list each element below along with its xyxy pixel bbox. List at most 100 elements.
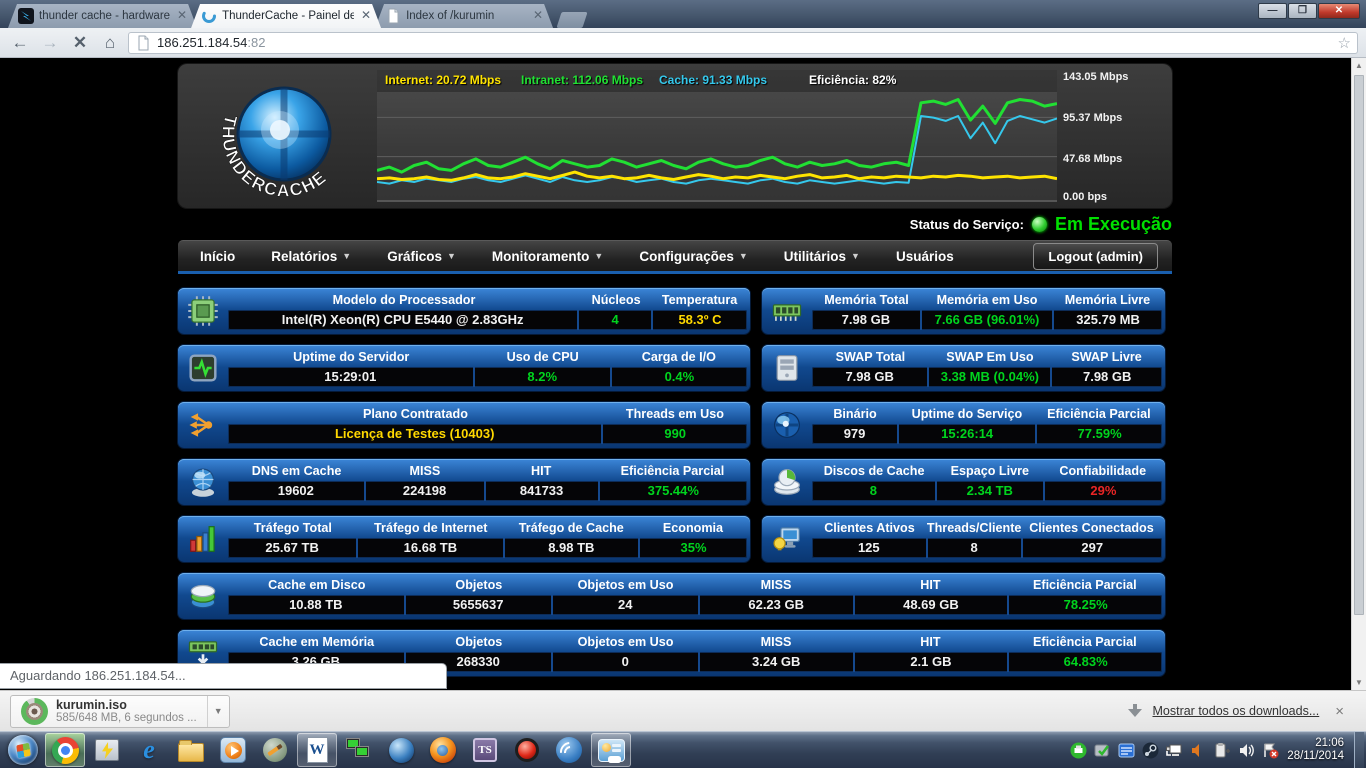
show-all-downloads-link[interactable]: Mostrar todos os downloads... (1152, 704, 1319, 718)
panel-col-value: 8.98 TB (502, 538, 639, 558)
url-bar[interactable]: 186.251.184.54:82 ☆ (128, 31, 1358, 54)
chevron-down-icon: ▼ (342, 251, 352, 261)
new-tab-button[interactable] (556, 12, 588, 28)
panel-col-value: 0 (550, 652, 698, 672)
menu-item-configuracoes[interactable]: Configurações ▼ (621, 241, 765, 271)
browser-tab[interactable]: thunder cache - hardware ✕ (8, 4, 197, 28)
download-item[interactable]: kurumin.iso 585/648 MB, 6 segundos ... ▼ (10, 694, 230, 728)
volume-tray-icon[interactable] (1238, 742, 1255, 759)
clock-time: 21:06 (1315, 737, 1344, 749)
menu-item-usuarios[interactable]: Usuários (878, 241, 972, 271)
scroll-down-arrow[interactable]: ▼ (1352, 675, 1366, 690)
media-player-taskbar-icon[interactable] (213, 733, 253, 767)
browser-titlebar: thunder cache - hardware ✕ ThunderCache … (0, 0, 1366, 28)
volume-mixer-tray-icon[interactable] (1190, 742, 1207, 759)
tab-close-icon[interactable]: ✕ (175, 9, 189, 23)
printer-tray-icon[interactable] (1070, 742, 1087, 759)
panel-col-header: Uso de CPU (506, 349, 579, 364)
panel-trafego: Tráfego Total Tráfego de Internet Tráfego … (178, 516, 750, 562)
bookmark-star-icon[interactable]: ☆ (1338, 34, 1351, 52)
network-computers-taskbar-icon[interactable] (339, 733, 379, 767)
chevron-down-icon: ▼ (738, 251, 748, 261)
teamspeak-taskbar-icon[interactable]: TS (465, 733, 505, 767)
panel-col-value: 64.83% (1007, 652, 1162, 672)
panel-col-value: 7.98 GB (845, 369, 894, 384)
panel-col-value: 16.68 TB (356, 538, 502, 558)
menu-item-utilitarios[interactable]: Utilitários ▼ (766, 241, 878, 271)
panel-col-header: SWAP Livre (1071, 349, 1142, 364)
panel-col-value: 990 (601, 424, 747, 444)
maximize-button[interactable]: ❐ (1288, 3, 1317, 19)
menu-item-inicio[interactable]: Início (182, 241, 253, 271)
traffic-chart: Internet: 20.72 Mbps Intranet: 112.06 Mbp… (377, 70, 1057, 202)
taskbar-clock[interactable]: 21:06 28/11/2014 (1287, 737, 1344, 763)
ccb-tray-icon[interactable] (1118, 742, 1135, 759)
antivirus-check-tray-icon[interactable] (1094, 742, 1111, 759)
action-center-flag-tray-icon[interactable] (1262, 742, 1279, 759)
menu-item-label: Configurações (639, 248, 734, 264)
forward-button[interactable]: → (38, 32, 62, 54)
panel-col-header: Eficiência Parcial (1032, 577, 1137, 592)
panel-col-header: Tráfego de Internet (374, 520, 488, 535)
panel-col-header: Cache em Memória (259, 634, 375, 649)
word-taskbar-icon[interactable]: W (297, 733, 337, 767)
network-tray-icon[interactable] (1166, 742, 1183, 759)
chevron-down-icon: ▼ (851, 251, 860, 261)
chrome-taskbar-icon[interactable] (45, 733, 85, 767)
panel-memoria: Memória Total Memória em Uso Memória Livre… (762, 288, 1165, 334)
downloads-bar-close-icon[interactable]: × (1329, 703, 1350, 720)
scrollbar-thumb[interactable] (1354, 75, 1364, 615)
internet-explorer-taskbar-icon[interactable]: e (129, 733, 169, 767)
disk-cache-icon (178, 573, 228, 619)
home-button[interactable]: ⌂ (98, 32, 122, 54)
panel-col-header: Memória Livre (1064, 292, 1151, 307)
clipboard-tray-icon[interactable] (1214, 742, 1231, 759)
start-orb-taskbar-icon[interactable] (3, 733, 43, 767)
show-desktop-button[interactable] (1354, 731, 1364, 768)
panel-col-header: Tráfego Total (253, 520, 332, 535)
browser-tab[interactable]: Index of /kurumin ✕ (375, 4, 553, 28)
menu-item-monitoramento[interactable]: Monitoramento ▼ (474, 241, 621, 271)
winbox-taskbar-icon[interactable] (549, 733, 589, 767)
stop-button[interactable]: ✕ (68, 32, 92, 54)
red-orb-app-taskbar-icon[interactable] (507, 733, 547, 767)
sphere-app-taskbar-icon[interactable] (381, 733, 421, 767)
menu-item-label: Gráficos (387, 248, 442, 264)
dns-globe-icon (178, 459, 228, 505)
graphics-editor-taskbar-icon[interactable] (255, 733, 295, 767)
menu-item-label: Utilitários (783, 248, 847, 264)
steam-tray-icon[interactable] (1142, 742, 1159, 759)
logout-button[interactable]: Logout (admin) (1033, 242, 1158, 270)
panel-col-value: 375.44% (597, 481, 747, 501)
back-button[interactable]: ← (8, 32, 32, 54)
menu-item-graficos[interactable]: Gráficos ▼ (369, 241, 474, 271)
panel-col-header: Memória em Uso (936, 292, 1038, 307)
panel-col-value: 7.98 GB (1050, 367, 1162, 387)
tab-close-icon[interactable]: ✕ (359, 9, 373, 23)
scroll-up-arrow[interactable]: ▲ (1352, 58, 1366, 73)
minimize-button[interactable]: — (1258, 3, 1287, 19)
explorer-folder-taskbar-icon[interactable] (171, 733, 211, 767)
panel-plano: Plano Contratado Threads em Uso Licença de… (178, 402, 750, 448)
panel-col-value: 7.66 GB (96.01%) (919, 310, 1052, 330)
menu-item-relatorios[interactable]: Relatórios ▼ (253, 241, 369, 271)
panel-col-header: Eficiência Parcial (1047, 406, 1151, 421)
page-scrollbar[interactable]: ▲ ▼ (1351, 58, 1366, 690)
firefox-taskbar-icon[interactable] (423, 733, 463, 767)
browser-status-bubble: Aguardando 186.251.184.54... (0, 663, 447, 689)
tab-close-icon[interactable]: ✕ (531, 9, 545, 23)
swap-disk-icon (762, 345, 812, 391)
panel-col-header: Eficiência Parcial (1032, 634, 1137, 649)
close-button[interactable]: ✕ (1318, 3, 1360, 19)
download-menu-caret[interactable]: ▼ (206, 695, 229, 727)
system-tray (1070, 742, 1279, 759)
control-panel-taskbar-icon[interactable] (591, 733, 631, 767)
panel-col-header: MISS (760, 634, 792, 649)
panel-clientes: Clientes Ativos Threads/Cliente Clientes C… (762, 516, 1165, 562)
browser-tab[interactable]: ThunderCache - Painel de ✕ (191, 4, 381, 28)
panel-col-value: 5655637 (403, 595, 551, 615)
panel-col-value: 3.38 MB (0.04%) (927, 367, 1050, 387)
putty-taskbar-icon[interactable] (87, 733, 127, 767)
panel-col-header: Economia (662, 520, 724, 535)
panel-col-value: 35% (638, 538, 747, 558)
